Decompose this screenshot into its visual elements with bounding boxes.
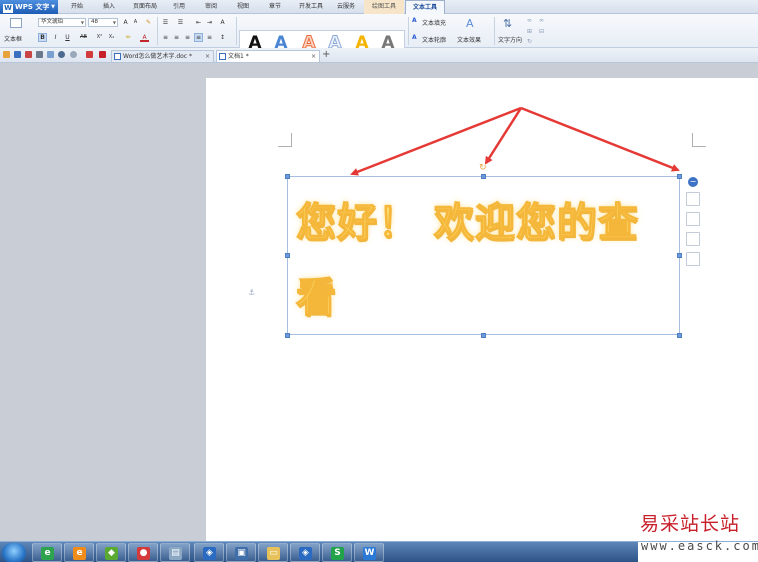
watermark-url: www.easck.com [641,539,758,553]
taskbar-app[interactable]: ▤ [160,543,190,562]
writer-icon: W [363,547,376,560]
resize-handle[interactable] [481,174,486,179]
app-icon: ▤ [169,547,182,560]
resize-handle[interactable] [481,333,486,338]
fill-color-icon[interactable] [686,232,700,246]
taskbar-browser[interactable]: e [64,543,94,562]
resize-handle[interactable] [677,253,682,258]
resize-handle[interactable] [285,174,290,179]
browser-icon: e [41,547,54,560]
watermark-site-name: 易采站长站 [640,513,741,535]
wordart-line-1[interactable]: 您好！ 欢迎您的查 [295,190,639,248]
taskbar-explorer[interactable]: ▭ [258,543,288,562]
browser-icon: e [73,547,86,560]
start-button[interactable] [2,543,26,562]
wordart-line-2[interactable]: 看 [295,265,337,323]
app-icon: ● [137,547,150,560]
app-icon: ▣ [235,547,248,560]
taskbar-app[interactable]: ◆ [96,543,126,562]
resize-handle[interactable] [677,333,682,338]
folder-icon: ▭ [267,547,280,560]
app-icon: ◆ [105,547,118,560]
line-color-icon[interactable] [686,252,700,266]
shield-icon: ◈ [299,547,312,560]
taskbar-app[interactable]: ◈ [194,543,224,562]
taskbar-ie[interactable]: e [32,543,62,562]
resize-handle[interactable] [285,333,290,338]
taskbar-app[interactable]: ● [128,543,158,562]
collapse-icon[interactable]: − [688,177,698,187]
rotate-handle-icon[interactable]: ↻ [479,163,487,173]
taskbar-app[interactable]: ▣ [226,543,256,562]
shape-outline-icon[interactable] [686,212,700,226]
taskbar-app[interactable]: ◈ [290,543,320,562]
resize-handle[interactable] [677,174,682,179]
layout-options-icon[interactable] [686,192,700,206]
sheets-icon: S [331,547,344,560]
taskbar-wps-sheets[interactable]: S [322,543,352,562]
resize-handle[interactable] [285,253,290,258]
shield-icon: ◈ [203,547,216,560]
taskbar-wps-writer[interactable]: W [354,543,384,562]
